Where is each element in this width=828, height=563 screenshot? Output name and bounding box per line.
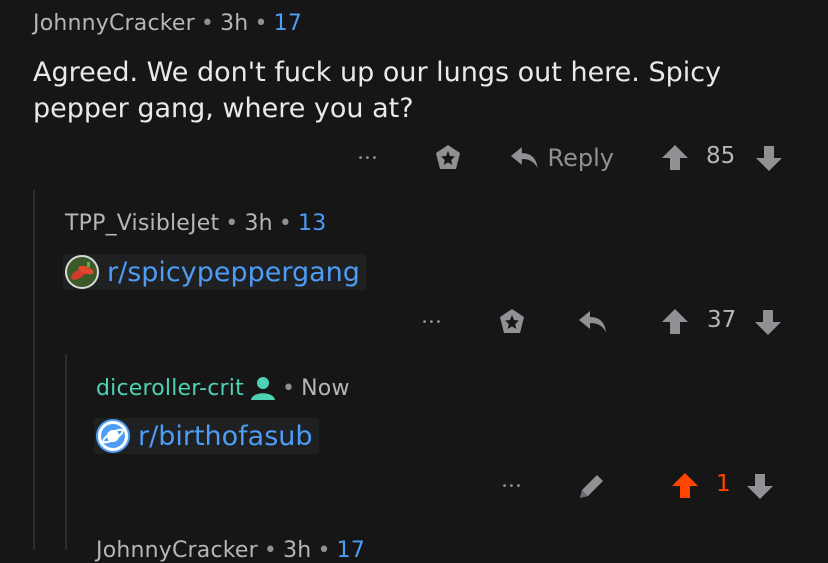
upvote-arrow-icon [662,309,688,334]
subreddit-avatar [96,419,130,453]
more-icon: ••• [421,316,443,328]
upvote-arrow-icon [672,473,698,498]
upvote-button-active[interactable] [670,470,700,500]
reply-button[interactable]: Reply [510,140,614,176]
separator: • [281,375,296,401]
separator: • [263,538,278,563]
downvote-button[interactable] [745,472,775,502]
karma-count: 17 [273,11,303,36]
downvote-arrow-icon [755,310,781,335]
author-name[interactable]: JohnnyCracker [33,11,195,36]
pencil-icon [580,475,603,498]
reply-icon [579,311,606,332]
more-icon: ••• [501,480,523,492]
karma-count: 17 [336,538,366,563]
edit-button[interactable] [576,470,608,502]
thread-line-level-2[interactable] [65,354,67,550]
thread-line-level-1[interactable] [33,190,35,550]
reply-button[interactable] [576,306,610,338]
award-icon [436,145,460,169]
upvote-arrow-icon [662,145,688,170]
subreddit-avatar [65,255,99,289]
downvote-button[interactable] [753,308,783,338]
comment-meta: JohnnyCracker • 3h • 17 [96,538,365,563]
author-name[interactable]: diceroller-crit [96,376,244,401]
comment-meta: TPP_VisibleJet • 3h • 13 [65,211,326,236]
subreddit-link[interactable]: r/birthofasub [138,421,313,452]
reply-label: Reply [547,144,614,172]
upvote-button[interactable] [660,142,690,172]
vote-score: 1 [716,471,731,497]
user-icon [250,377,275,400]
give-award-button[interactable] [432,142,464,174]
upvote-button[interactable] [660,306,690,336]
reply-icon [510,147,538,168]
author-name[interactable]: TPP_VisibleJet [65,211,219,236]
pepper-icon [70,262,94,280]
downvote-button[interactable] [754,144,784,174]
subreddit-link-chip[interactable]: r/spicypeppergang [63,254,366,290]
downvote-arrow-icon [747,474,773,499]
author-name[interactable]: JohnnyCracker [96,538,258,563]
comment-meta: diceroller-crit • Now [96,375,350,401]
vote-score: 37 [707,307,737,333]
timestamp: 3h [244,211,273,236]
karma-count: 13 [298,211,327,236]
timestamp: 3h [283,538,312,563]
planet-icon [101,424,125,448]
separator: • [225,211,239,236]
award-icon [500,309,524,333]
more-options-button[interactable]: ••• [416,310,448,334]
separator: • [278,211,293,236]
timestamp: Now [301,375,350,401]
separator: • [200,11,215,36]
timestamp: 3h [220,11,249,36]
comment-meta: JohnnyCracker • 3h • 17 [33,11,302,36]
more-icon: ••• [357,152,379,164]
give-award-button[interactable] [496,306,528,338]
more-options-button[interactable]: ••• [352,146,384,170]
separator: • [317,538,331,563]
downvote-arrow-icon [756,146,782,171]
subreddit-link-chip[interactable]: r/birthofasub [94,418,319,454]
separator: • [254,11,268,36]
comment-body: Agreed. We don't fuck up our lungs out h… [33,57,722,124]
subreddit-link[interactable]: r/spicypeppergang [107,257,360,288]
more-options-button[interactable]: ••• [496,474,528,498]
vote-score: 85 [706,143,736,169]
